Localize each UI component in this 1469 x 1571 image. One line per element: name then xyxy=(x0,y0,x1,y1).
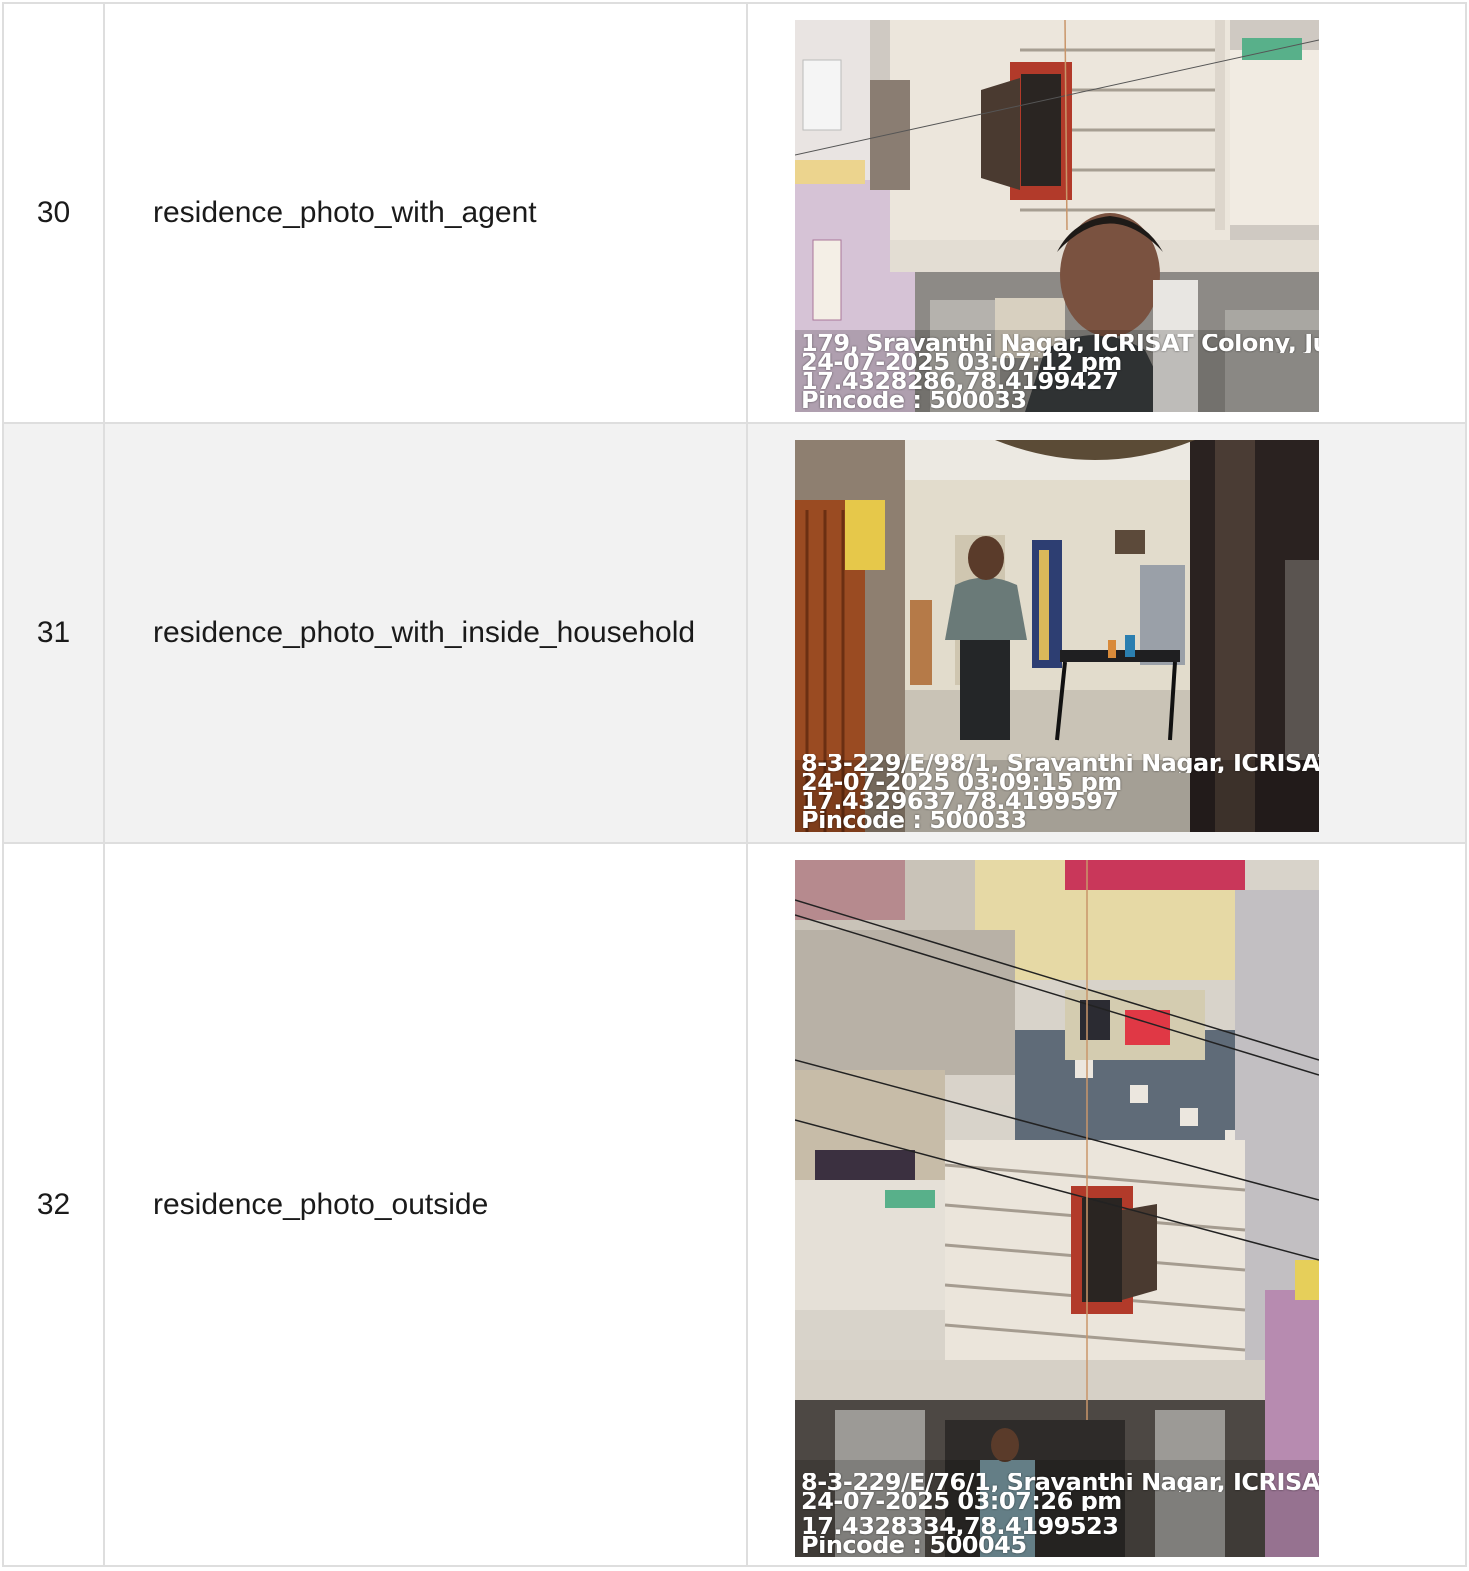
table-row: 32 residence_photo_outside 8-3-229/E/76/… xyxy=(2,842,1467,1567)
photo-label: residence_photo_outside xyxy=(103,842,748,1567)
photo-table: 30 residence_photo_with_agent 179, Srava… xyxy=(2,2,1467,1567)
photo-stamp: 8-3-229/E/98/1, Sravanthi Nagar, ICRISAT… xyxy=(801,754,1319,830)
photo-label: residence_photo_with_inside_household xyxy=(103,422,748,844)
photo-cell: 8-3-229/E/98/1, Sravanthi Nagar, ICRISAT… xyxy=(746,422,1467,844)
stamp-coordinates: 17.4328334,78.4199523 xyxy=(801,1517,1119,1536)
stamp-address: 8-3-229/E/98/1, Sravanthi Nagar, ICRISAT… xyxy=(801,754,1319,773)
residence-photo-outside[interactable]: 8-3-229/E/76/1, Sravanthi Nagar, ICRISAT… xyxy=(795,860,1319,1557)
photo-cell: 8-3-229/E/76/1, Sravanthi Nagar, ICRISAT… xyxy=(746,842,1467,1567)
stamp-datetime: 24-07-2025 03:07:12 pm xyxy=(801,353,1122,372)
photo-cell: 179, Sravanthi Nagar, ICRISAT Colony, Ju… xyxy=(746,2,1467,424)
stamp-address: 8-3-229/E/76/1, Sravanthi Nagar, ICRISAT… xyxy=(801,1473,1319,1492)
stamp-address: 179, Sravanthi Nagar, ICRISAT Colony, Ju… xyxy=(801,334,1319,353)
table-row: 30 residence_photo_with_agent 179, Srava… xyxy=(2,2,1467,424)
residence-photo-with-inside-household[interactable]: 8-3-229/E/98/1, Sravanthi Nagar, ICRISAT… xyxy=(795,440,1319,832)
stamp-coordinates: 17.4328286,78.4199427 xyxy=(801,372,1119,391)
table-row: 31 residence_photo_with_inside_household xyxy=(2,422,1467,844)
row-number: 31 xyxy=(2,422,105,844)
stamp-pincode: Pincode : 500033 xyxy=(801,811,1027,830)
stamp-datetime: 24-07-2025 03:09:15 pm xyxy=(801,773,1122,792)
row-number: 32 xyxy=(2,842,105,1567)
photo-label: residence_photo_with_agent xyxy=(103,2,748,424)
residence-photo-with-agent[interactable]: 179, Sravanthi Nagar, ICRISAT Colony, Ju… xyxy=(795,20,1319,412)
photo-image xyxy=(795,860,1319,1557)
stamp-coordinates: 17.4329637,78.4199597 xyxy=(801,792,1119,811)
photo-stamp: 8-3-229/E/76/1, Sravanthi Nagar, ICRISAT… xyxy=(801,1473,1319,1555)
photo-stamp: 179, Sravanthi Nagar, ICRISAT Colony, Ju… xyxy=(801,334,1319,410)
stamp-pincode: Pincode : 500033 xyxy=(801,391,1027,410)
stamp-pincode: Pincode : 500045 xyxy=(801,1536,1027,1555)
stamp-datetime: 24-07-2025 03:07:26 pm xyxy=(801,1492,1122,1511)
row-number: 30 xyxy=(2,2,105,424)
